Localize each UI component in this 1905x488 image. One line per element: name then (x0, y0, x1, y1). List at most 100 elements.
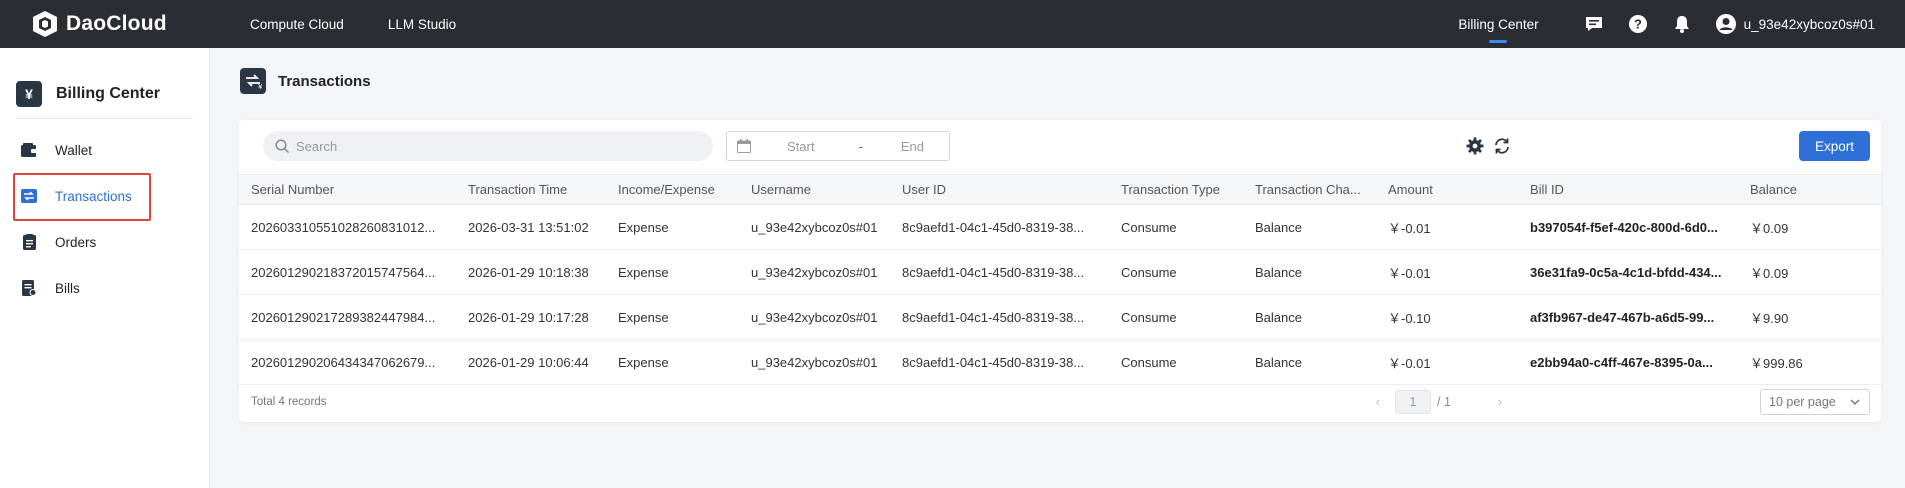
help-icon[interactable]: ? (1627, 13, 1649, 35)
table-toolbar: Start - End Export (239, 120, 1881, 174)
transactions-card: Start - End Export Serial Number Transac… (239, 120, 1881, 422)
cell-balance: ￥0.09 (1738, 249, 1881, 295)
cell-bill-id-link[interactable]: 36e31fa9-0c5a-4c1d-bfdd-434... (1518, 249, 1738, 295)
cell-income-expense: Expense (606, 249, 739, 295)
cell-balance: ￥0.09 (1738, 204, 1881, 250)
cell-bill-id-link[interactable]: b397054f-f5ef-420c-800d-6d0... (1518, 204, 1738, 250)
search-input[interactable] (296, 138, 676, 154)
sidebar-item-bills[interactable]: Bills (0, 265, 209, 311)
cell-transaction-time: 2026-03-31 13:51:02 (456, 204, 606, 250)
cell-amount: ￥-0.01 (1376, 339, 1518, 385)
avatar-icon (1715, 13, 1737, 35)
top-navbar: DaoCloud Compute Cloud LLM Studio Billin… (0, 0, 1905, 48)
message-icon[interactable] (1583, 13, 1605, 35)
cell-serial-number: 202601290217289382447984... (239, 294, 456, 340)
total-records: Total 4 records (251, 396, 327, 408)
col-transaction-channel[interactable]: Transaction Cha... (1243, 174, 1376, 205)
col-transaction-type[interactable]: Transaction Type (1109, 174, 1243, 205)
col-transaction-time[interactable]: Transaction Time (456, 174, 606, 205)
cell-transaction-type: Consume (1109, 339, 1243, 385)
sidebar-menu: Wallet Transactions Orders Bills (0, 127, 209, 311)
sidebar-item-transactions[interactable]: Transactions (0, 173, 209, 221)
table-row: 202601290206434347062679... 2026-01-29 1… (239, 339, 1881, 385)
cell-user-id: 8c9aefd1-04c1-45d0-8319-38... (890, 294, 1109, 340)
col-serial-number[interactable]: Serial Number (239, 174, 456, 205)
page-title: Transactions (278, 72, 371, 90)
cell-serial-number: 202601290218372015747564... (239, 249, 456, 295)
cell-income-expense: Expense (606, 204, 739, 250)
col-balance[interactable]: Balance (1738, 174, 1881, 205)
cell-transaction-time: 2026-01-29 10:06:44 (456, 339, 606, 385)
nav-compute-cloud[interactable]: Compute Cloud (250, 17, 344, 32)
prev-page-icon[interactable]: ‹ (1369, 395, 1387, 409)
page-size-select[interactable]: 10 per page (1760, 389, 1870, 415)
svg-text:?: ? (1634, 17, 1642, 32)
user-menu[interactable]: u_93e42xybcoz0s#01 (1715, 13, 1875, 35)
next-page-icon[interactable]: › (1491, 395, 1509, 409)
export-button[interactable]: Export (1799, 131, 1870, 161)
cell-bill-id-link[interactable]: e2bb94a0-c4ff-467e-8395-0a... (1518, 339, 1738, 385)
bell-icon[interactable] (1671, 13, 1693, 35)
nav-billing-center[interactable]: Billing Center (1458, 0, 1538, 48)
sidebar-divider (16, 118, 193, 119)
cell-serial-number: 202603310551028260831012... (239, 204, 456, 250)
cell-bill-id-link[interactable]: af3fb967-de47-467b-a6d5-99... (1518, 294, 1738, 340)
cell-transaction-time: 2026-01-29 10:17:28 (456, 294, 606, 340)
date-range-picker[interactable]: Start - End (726, 131, 950, 161)
cell-transaction-type: Consume (1109, 294, 1243, 340)
billing-center-icon: ¥ (16, 81, 42, 107)
cell-transaction-channel: Balance (1243, 249, 1376, 295)
nav-llm-studio[interactable]: LLM Studio (388, 17, 456, 32)
username: u_93e42xybcoz0s#01 (1743, 16, 1875, 32)
orders-icon (20, 233, 38, 251)
sidebar-item-orders[interactable]: Orders (0, 219, 209, 265)
svg-text:¥: ¥ (258, 83, 262, 89)
cell-balance: ￥9.90 (1738, 294, 1881, 340)
sidebar: ¥ Billing Center Wallet Transactions Ord… (0, 48, 210, 488)
col-bill-id[interactable]: Bill ID (1518, 174, 1738, 205)
col-user-id[interactable]: User ID (890, 174, 1109, 205)
cell-transaction-channel: Balance (1243, 294, 1376, 340)
col-amount[interactable]: Amount (1376, 174, 1518, 205)
col-username[interactable]: Username (739, 174, 890, 205)
date-start[interactable]: Start (787, 139, 814, 154)
chevron-down-icon (1850, 399, 1860, 406)
table-row: 202603310551028260831012... 2026-03-31 1… (239, 204, 1881, 250)
refresh-icon[interactable] (1492, 136, 1512, 156)
settings-gear-icon[interactable] (1465, 136, 1485, 156)
search-icon (275, 138, 290, 153)
search-box (263, 131, 713, 161)
transactions-table: Serial Number Transaction Time Income/Ex… (239, 174, 1881, 385)
cell-username: u_93e42xybcoz0s#01 (739, 294, 890, 340)
top-right-actions: Billing Center ? u_93e42xybcoz0s#01 (1458, 0, 1905, 48)
cell-transaction-type: Consume (1109, 249, 1243, 295)
sidebar-header: ¥ Billing Center (0, 48, 209, 118)
logo[interactable]: DaoCloud (30, 9, 220, 39)
cell-user-id: 8c9aefd1-04c1-45d0-8319-38... (890, 249, 1109, 295)
sidebar-item-wallet[interactable]: Wallet (0, 127, 209, 173)
transactions-page-icon: ¥ (240, 68, 266, 94)
col-income-expense[interactable]: Income/Expense (606, 174, 739, 205)
sidebar-item-label: Wallet (55, 142, 93, 158)
cell-income-expense: Expense (606, 339, 739, 385)
cell-transaction-channel: Balance (1243, 204, 1376, 250)
pagination: ‹ 1 / 1 › (1369, 390, 1509, 414)
cell-amount: ￥-0.10 (1376, 294, 1518, 340)
cell-transaction-time: 2026-01-29 10:18:38 (456, 249, 606, 295)
cell-user-id: 8c9aefd1-04c1-45d0-8319-38... (890, 339, 1109, 385)
selection-highlight (13, 173, 151, 221)
page-input[interactable]: 1 (1395, 390, 1431, 414)
main-content: ¥ Transactions Start - End Export (210, 48, 1905, 488)
table-header-row: Serial Number Transaction Time Income/Ex… (239, 174, 1881, 205)
table-row: 202601290217289382447984... 2026-01-29 1… (239, 294, 1881, 340)
cell-username: u_93e42xybcoz0s#01 (739, 339, 890, 385)
cell-amount: ￥-0.01 (1376, 204, 1518, 250)
date-separator: - (858, 138, 863, 154)
wallet-icon (20, 141, 38, 159)
cell-amount: ￥-0.01 (1376, 249, 1518, 295)
table-row: 202601290218372015747564... 2026-01-29 1… (239, 249, 1881, 295)
cell-username: u_93e42xybcoz0s#01 (739, 249, 890, 295)
cell-balance: ￥999.86 (1738, 339, 1881, 385)
date-end[interactable]: End (901, 139, 924, 154)
cell-user-id: 8c9aefd1-04c1-45d0-8319-38... (890, 204, 1109, 250)
